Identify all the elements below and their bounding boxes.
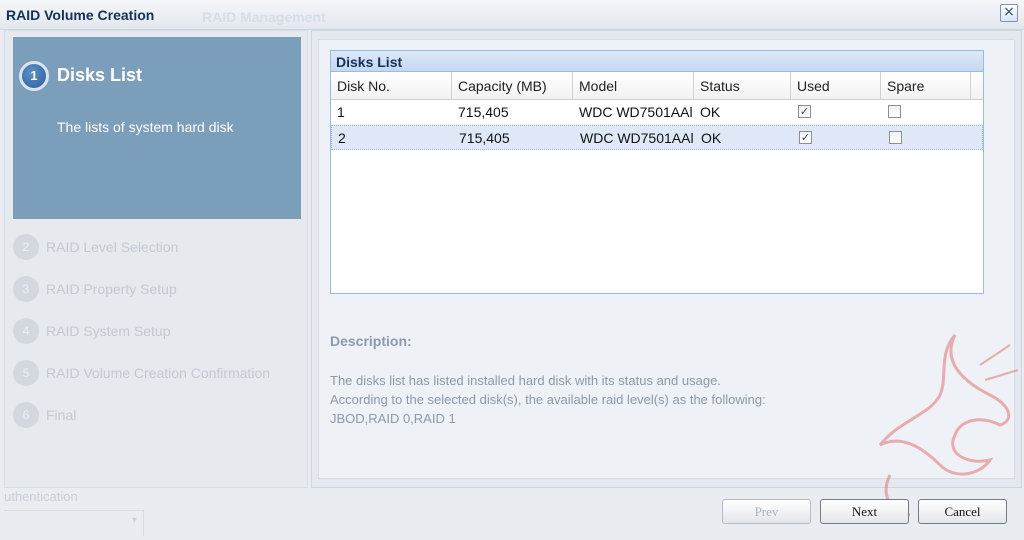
wizard-steps-pane: 1 Disks List The lists of system hard di… [4, 30, 308, 488]
step-number-badge: 2 [13, 234, 39, 260]
used-checkbox[interactable]: ✓ [799, 131, 812, 144]
step-number-badge: 5 [13, 360, 39, 386]
cell-model: WDC WD7501AAl [579, 104, 693, 120]
spare-checkbox[interactable] [889, 131, 902, 144]
table-row[interactable]: 1 715,405 WDC WD7501AAl OK ✓ [331, 100, 983, 125]
close-button[interactable]: × [1000, 4, 1018, 22]
cell-status: OK [700, 104, 721, 120]
wizard-step-final: 6 Final [13, 402, 303, 430]
step-number-badge: 1 [19, 61, 49, 91]
disks-grid: Disks List Disk No. Capacity (MB) Model … [330, 50, 984, 294]
column-header-status[interactable]: Status [694, 72, 791, 100]
cell-disk-no: 1 [337, 104, 345, 120]
wizard-step-raid-system: 4 RAID System Setup [13, 318, 303, 346]
title-bar: RAID Management RAID Volume Creation × [0, 0, 1024, 30]
cell-model: WDC WD7501AAl [580, 130, 694, 146]
wizard-step-active: 1 Disks List The lists of system hard di… [13, 37, 301, 219]
wizard-step-raid-property: 3 RAID Property Setup [13, 276, 303, 304]
step-number-badge: 3 [13, 276, 39, 302]
cell-capacity: 715,405 [458, 104, 509, 120]
column-header-disk-no[interactable]: Disk No. [331, 72, 452, 100]
background-window-title: RAID Management [202, 9, 326, 25]
wizard-step-confirmation: 5 RAID Volume Creation Confirmation [13, 360, 303, 388]
used-checkbox[interactable]: ✓ [798, 105, 811, 118]
step-number-badge: 6 [13, 402, 39, 428]
cell-status: OK [701, 130, 722, 146]
step-label: RAID Property Setup [46, 281, 177, 297]
wizard-step-raid-level: 2 RAID Level Selection [13, 234, 303, 262]
step-label: RAID System Setup [46, 323, 171, 339]
dragon-watermark-logo [878, 334, 1019, 517]
dialog-title: RAID Volume Creation [6, 7, 155, 23]
background-dropdown: ▾ [4, 510, 144, 536]
next-button[interactable]: Next [820, 499, 909, 524]
step-label: Final [46, 407, 77, 423]
column-header-capacity[interactable]: Capacity (MB) [452, 72, 573, 100]
grid-column-headers: Disk No. Capacity (MB) Model Status Used… [331, 72, 983, 100]
column-header-spare[interactable]: Spare [881, 72, 971, 100]
grid-title: Disks List [331, 51, 983, 72]
cancel-button[interactable]: Cancel [918, 499, 1007, 524]
column-header-used[interactable]: Used [791, 72, 881, 100]
cell-capacity: 715,405 [459, 130, 510, 146]
step-label: RAID Level Selection [46, 239, 179, 255]
table-row-selected[interactable]: 2 715,405 WDC WD7501AAl OK ✓ [331, 125, 983, 150]
description-title: Description: [330, 333, 412, 349]
column-header-model[interactable]: Model [573, 72, 694, 100]
prev-button[interactable]: Prev [722, 499, 811, 524]
background-nav-item: uthentication [4, 489, 78, 504]
step-description: The lists of system hard disk [57, 119, 234, 135]
cell-disk-no: 2 [338, 130, 346, 146]
step-number-badge: 4 [13, 318, 39, 344]
step-title: Disks List [57, 65, 143, 85]
chevron-down-icon: ▾ [131, 515, 137, 526]
step-label: RAID Volume Creation Confirmation [46, 365, 271, 381]
spare-checkbox[interactable] [888, 105, 901, 118]
